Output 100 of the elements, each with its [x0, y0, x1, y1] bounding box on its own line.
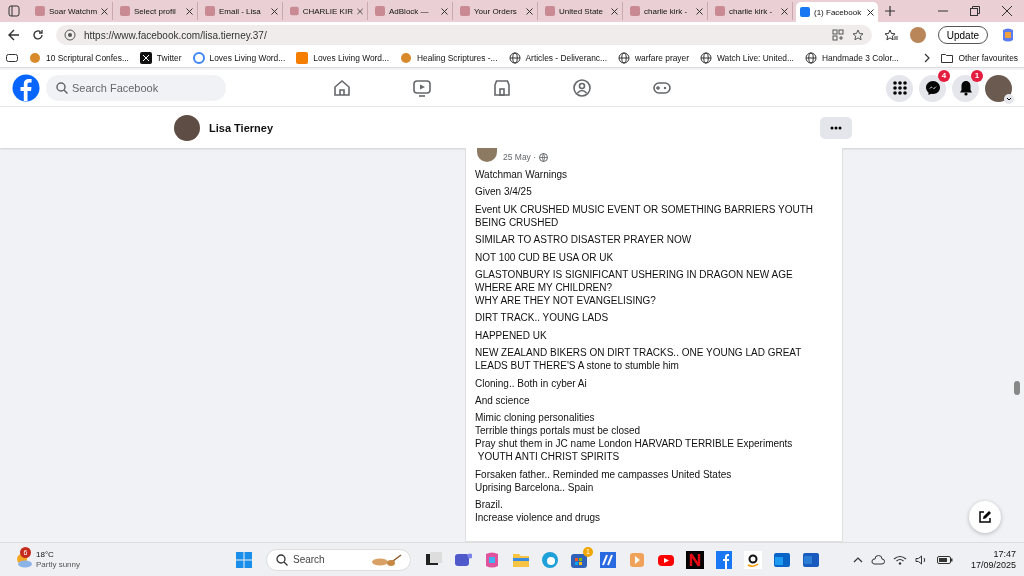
bookmark-label: 10 Scriptural Confes...	[46, 52, 129, 63]
mail-tile-icon[interactable]	[773, 550, 791, 569]
close-icon[interactable]	[526, 7, 533, 15]
profile-avatar[interactable]	[174, 114, 200, 141]
notification-badge: 1	[971, 69, 983, 82]
browser-tab[interactable]: Select profil	[116, 2, 198, 20]
post-date[interactable]: 25 May ·	[503, 152, 537, 162]
browser-tab[interactable]: (1) Facebook	[796, 2, 878, 22]
letter-n-tile-icon[interactable]	[686, 550, 704, 569]
menu-button[interactable]	[886, 74, 913, 102]
globe-icon	[804, 51, 817, 64]
browser-tab[interactable]: charlie kirk -	[711, 2, 793, 20]
tab-title: Select profil	[134, 6, 177, 16]
post-paragraph: GLASTONBURY IS SIGNIFICANT USHERING IN DRAGON NEW AGE WHERE ARE MY CHILDREN? WHY ARE THEY NOT EVANGELISING?	[475, 267, 794, 307]
more-button[interactable]	[820, 116, 852, 139]
tab-actions-icon[interactable]	[8, 5, 20, 17]
video-icon[interactable]	[412, 78, 432, 98]
back-icon[interactable]	[8, 29, 20, 41]
browser-tab[interactable]: CHARLIE KIR	[286, 2, 368, 20]
tab-title: AdBlock —	[389, 6, 430, 16]
bookmark[interactable]: 10 Scriptural Confes...	[29, 51, 129, 64]
bookmark-folder[interactable]: Other favourites	[941, 52, 1018, 63]
bookmark[interactable]: Healing Scriptures -...	[400, 51, 498, 64]
windows-start-icon[interactable]	[236, 551, 252, 568]
browser-tab[interactable]: AdBlock —	[371, 2, 453, 20]
new-message-button[interactable]	[969, 501, 1001, 533]
site-icon	[139, 51, 152, 64]
close-icon[interactable]	[867, 8, 874, 16]
document-tile-icon[interactable]	[802, 550, 820, 569]
bookmark[interactable]: Articles - Deliveranc...	[508, 51, 607, 64]
bookmark[interactable]: Handmade 3 Color...	[804, 51, 899, 64]
bookmark-label: Twitter	[156, 52, 182, 63]
tab-title: United State	[559, 6, 605, 16]
site-icon	[192, 51, 205, 64]
post-paragraph: Event UK CRUSHED MUSIC EVENT OR SOMETHING BARRIERS YOUTH BEING CRUSHED	[475, 202, 815, 229]
url-text: https://www.facebook.com/lisa.tierney.37/	[84, 29, 267, 41]
battery-icon[interactable]	[936, 554, 953, 565]
bookmark-label: Healing Scriptures -...	[417, 52, 498, 63]
author-avatar[interactable]	[477, 148, 497, 162]
scrollbar-thumb[interactable]	[1014, 381, 1020, 395]
browser-tab[interactable]: United State	[541, 2, 623, 20]
chevron-icon[interactable]	[924, 52, 931, 63]
tab-title: charlie kirk -	[729, 6, 774, 16]
copilot-icon[interactable]	[1000, 27, 1016, 43]
browser-tab[interactable]: Soar Watchm	[31, 2, 113, 20]
refresh-icon[interactable]	[32, 29, 44, 41]
facebook-logo-icon[interactable]	[12, 74, 40, 102]
browser-tab[interactable]: Your Orders	[456, 2, 538, 20]
globe-icon	[508, 51, 521, 64]
tab-title: (1) Facebook	[814, 7, 863, 17]
globe-icon	[539, 152, 549, 162]
clock[interactable]: 17:47 17/09/2025	[970, 548, 1016, 571]
wifi-icon[interactable]	[892, 554, 907, 565]
copilot-icon[interactable]	[483, 550, 501, 569]
page-icon	[630, 6, 640, 16]
bookmark-bar-icon[interactable]	[6, 52, 18, 63]
shop-icon[interactable]	[492, 78, 512, 98]
favourites-icon[interactable]	[883, 29, 898, 41]
update-button[interactable]: Update	[937, 26, 988, 44]
post-paragraph: And science	[475, 393, 531, 407]
bookmark[interactable]: Twitter	[139, 51, 182, 64]
grid-icon	[892, 81, 907, 95]
tab-title: charlie kirk -	[644, 6, 689, 16]
post-paragraph: Forsaken father.. Reminded me campasses United States Uprising Barcelona.. Spain	[475, 467, 733, 494]
close-icon[interactable]	[611, 7, 618, 15]
bookmark[interactable]: Watch Live: United...	[700, 51, 794, 64]
site-info-icon[interactable]	[64, 29, 76, 41]
new-tab-icon[interactable]	[885, 6, 895, 16]
chevron-up-icon[interactable]	[852, 556, 863, 563]
letter-f-tile-icon[interactable]	[715, 550, 733, 569]
browser-tab[interactable]: Email - Lisa	[201, 2, 283, 20]
close-icon[interactable]	[696, 7, 703, 15]
account-avatar[interactable]	[985, 74, 1012, 102]
bookmark[interactable]: Loves Living Word...	[192, 51, 286, 64]
bookmark-label: Watch Live: United...	[717, 52, 794, 63]
post-paragraph: Brazil. Increase violence and drugs	[475, 498, 602, 525]
close-icon[interactable]	[1002, 6, 1012, 16]
app-available-icon[interactable]	[831, 29, 844, 41]
cloud-icon[interactable]	[870, 554, 885, 565]
time-text: 17:47	[993, 548, 1016, 560]
home-icon[interactable]	[332, 78, 352, 98]
post-paragraph: DIRT TRACK.. YOUNG LADS	[475, 311, 610, 325]
post-paragraph: NOT 100 CUD BE USA OR UK	[475, 250, 615, 264]
profile-name[interactable]: Lisa Tierney	[209, 121, 273, 134]
close-icon[interactable]	[781, 7, 788, 15]
post-paragraph: Given 3/4/25	[475, 185, 533, 199]
close-icon[interactable]	[186, 7, 193, 15]
bookmark[interactable]: Loves Living Word...	[296, 51, 389, 64]
browser-tab[interactable]: charlie kirk -	[626, 2, 708, 20]
restore-icon[interactable]	[970, 6, 980, 16]
address-field[interactable]: https://www.facebook.com/lisa.tierney.37/	[56, 25, 872, 45]
star-icon[interactable]	[851, 29, 864, 41]
close-icon[interactable]	[271, 7, 278, 15]
close-icon[interactable]	[101, 7, 108, 15]
edge-icon[interactable]	[541, 550, 559, 569]
bookmark[interactable]: warfare prayer	[618, 51, 689, 64]
people-icon[interactable]	[572, 78, 592, 98]
taskbar-search-field[interactable]: Search	[266, 548, 411, 571]
search-field[interactable]: Search Facebook	[46, 75, 226, 101]
close-icon[interactable]	[441, 7, 448, 15]
